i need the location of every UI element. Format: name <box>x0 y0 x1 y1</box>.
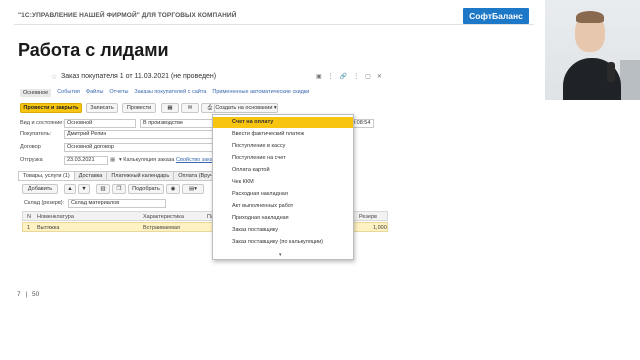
customer-label: Покупатель: <box>20 131 52 137</box>
page-number: 7 | 50 <box>17 291 39 298</box>
create-on-basis-menu: Счет на оплату Ввести фактический платеж… <box>212 114 354 260</box>
barcode-icon[interactable]: ▥ <box>96 184 110 194</box>
column-reserve: Резерв <box>359 214 377 220</box>
menu-item-supplier-order-calc[interactable]: Заказ поставщику (по калькуляции) <box>213 237 353 248</box>
page-separator: | <box>25 291 28 298</box>
row-variant: Встраиваемая <box>143 225 180 231</box>
add-button[interactable]: Добавить <box>22 184 58 194</box>
menu-item-supplier-order[interactable]: Заказ поставщику <box>213 225 353 236</box>
type-state-label: Вид и состояние: <box>20 120 64 126</box>
print-icon[interactable]: ▣ <box>316 73 322 80</box>
page-total: 50 <box>31 291 40 298</box>
warehouse-label: Склад (резерв): <box>24 200 65 206</box>
menu-item-purchase-invoice[interactable]: Приходная накладная <box>213 213 353 224</box>
warehouse-field[interactable]: Склад материалов <box>68 199 166 208</box>
column-n: N <box>27 214 31 220</box>
column-variant: Характеристика <box>143 214 184 220</box>
contract-field[interactable]: Основной договор <box>64 143 220 152</box>
post-and-close-button[interactable]: Провести и закрыть <box>20 103 82 113</box>
window-tabs: Основное События Файлы Отчеты Заказы пок… <box>20 89 309 97</box>
shipment-date-field[interactable]: 23.03.2021 <box>64 156 108 165</box>
menu-item-work-act[interactable]: Акт выполненных работ <box>213 201 353 212</box>
save-button[interactable]: Записать <box>86 103 118 113</box>
page-current: 7 <box>17 291 21 298</box>
divider <box>14 24 534 25</box>
row-n: 1 <box>27 225 31 231</box>
pick-button[interactable]: Подобрать <box>128 184 164 194</box>
microphone <box>607 62 615 82</box>
tab-delivery[interactable]: Доставка <box>74 171 108 181</box>
calc-label: ▾ Калькуляция заказа <box>119 157 175 163</box>
presenter-hair <box>576 11 604 23</box>
close-icon[interactable]: ✕ <box>377 73 382 80</box>
slide-caption: "1С:УПРАВЛЕНИЕ НАШЕЙ ФИРМОЙ" ДЛЯ ТОРГОВЫ… <box>18 12 237 19</box>
create-on-basis-button[interactable]: Создать на основании ▾ <box>214 103 278 113</box>
background-shelf <box>620 60 640 100</box>
copy-icon[interactable]: ❐ <box>112 184 126 194</box>
menu-icon[interactable]: ⋮ <box>353 73 359 80</box>
mail-icon[interactable]: ✉ <box>181 103 199 113</box>
more-actions-icon[interactable]: ▤▾ <box>182 184 204 194</box>
tab-main[interactable]: Основное <box>20 89 52 97</box>
menu-item-bank-receipt[interactable]: Поступление на счет <box>213 153 353 164</box>
menu-item-kkm-check[interactable]: Чек ККМ <box>213 177 353 188</box>
presenter-webcam <box>545 0 640 100</box>
customer-field[interactable]: Дмитрий Репин <box>64 130 220 139</box>
state-field[interactable]: В производстве <box>140 119 220 128</box>
structure-icon[interactable]: ▦ <box>161 103 179 113</box>
row-item: Вытяжка <box>37 225 60 231</box>
contract-label: Договор <box>20 144 41 150</box>
tab-site-orders[interactable]: Заказы покупателей с сайта <box>134 89 206 97</box>
menu-item-card-payment[interactable]: Оплата картой <box>213 165 353 176</box>
shipment-label: Отгрузка <box>20 157 43 163</box>
scroll-down-icon[interactable]: ▾ <box>279 252 282 258</box>
post-button[interactable]: Провести <box>122 103 156 113</box>
tab-payment-calendar[interactable]: Платежный календарь <box>107 171 175 181</box>
menu-item-actual-payment[interactable]: Ввести фактический платеж <box>213 129 353 140</box>
document-subtabs: Товары, услуги (1) Доставка Платежный ка… <box>18 171 230 181</box>
tab-discounts[interactable]: Примененные автоматические скидки <box>212 89 309 97</box>
tab-goods[interactable]: Товары, услуги (1) <box>18 171 75 181</box>
window-title: Заказ покупателя 1 от 11.03.2021 (не про… <box>61 73 217 80</box>
menu-item-invoice[interactable]: Счет на оплату <box>213 117 353 128</box>
move-down-icon[interactable]: ▼ <box>78 184 90 194</box>
view-icon[interactable]: ◉ <box>166 184 180 194</box>
tab-events[interactable]: События <box>57 89 80 97</box>
command-bar: Провести и закрыть Записать Провести ▦ ✉… <box>18 103 386 114</box>
move-up-icon[interactable]: ▲ <box>64 184 76 194</box>
window-controls: ▣ ⋮ 🔗 ⋮ ▢ ✕ <box>316 73 382 80</box>
more-icon[interactable]: ⋮ <box>328 73 334 80</box>
row-amount: 1,000 <box>373 225 387 231</box>
column-item: Номенклатура <box>37 214 74 220</box>
calendar-icon[interactable]: ▦ <box>110 157 115 163</box>
tab-reports[interactable]: Отчеты <box>109 89 128 97</box>
brand-logo: СофтБаланс <box>463 8 529 24</box>
menu-item-cash-receipt[interactable]: Поступление в кассу <box>213 141 353 152</box>
favorite-star-icon[interactable]: ☆ <box>51 73 57 81</box>
menu-item-sales-invoice[interactable]: Расходная накладная <box>213 189 353 200</box>
link-icon[interactable]: 🔗 <box>340 73 347 80</box>
window-titlebar: ☆ Заказ покупателя 1 от 11.03.2021 (не п… <box>18 70 386 82</box>
slide-title: Работа с лидами <box>18 40 169 60</box>
type-field[interactable]: Основной <box>64 119 136 128</box>
maximize-icon[interactable]: ▢ <box>365 73 371 80</box>
tab-files[interactable]: Файлы <box>86 89 103 97</box>
order-property-link[interactable]: Свойство заказ <box>176 157 215 163</box>
